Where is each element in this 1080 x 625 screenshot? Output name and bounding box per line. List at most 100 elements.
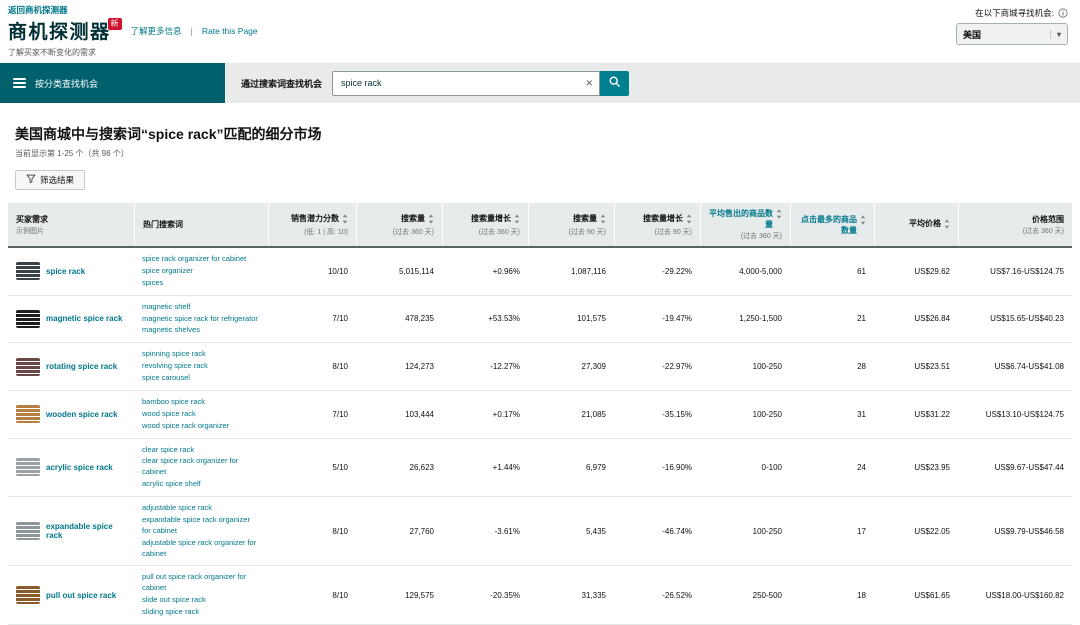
search-term-link[interactable]: wood spice rack organizer bbox=[142, 421, 229, 432]
search-term-link[interactable]: spices bbox=[142, 278, 163, 289]
search-term-link[interactable]: revolving spice rack bbox=[142, 361, 208, 372]
sort-icon[interactable] bbox=[342, 214, 348, 226]
column-label: 平均价格 bbox=[909, 218, 941, 229]
search-term-link[interactable]: adjustable spice rack bbox=[142, 503, 212, 514]
avg-units-sold: 1,250-1,500 bbox=[700, 296, 790, 343]
avg-price: US$31.22 bbox=[874, 391, 958, 438]
column-header[interactable]: 搜索量增长 (过去 360 天) bbox=[442, 203, 528, 246]
marketplace-select[interactable]: 美国 ▾ bbox=[956, 23, 1068, 45]
product-thumbnail bbox=[16, 586, 40, 604]
search-term-link[interactable]: magnetic shelves bbox=[142, 325, 200, 336]
product-thumbnail bbox=[16, 262, 40, 280]
search-term-link[interactable]: wood spice rack bbox=[142, 409, 196, 420]
search-button[interactable] bbox=[600, 71, 629, 96]
sales-potential-score: 8/10 bbox=[268, 343, 356, 390]
niche-link[interactable]: acrylic spice rack bbox=[46, 463, 113, 472]
browse-categories-button[interactable]: 按分类查找机会 bbox=[0, 63, 225, 103]
sort-icon[interactable] bbox=[860, 215, 866, 227]
search-volume-growth-90: -46.74% bbox=[614, 497, 700, 565]
sort-icon[interactable] bbox=[944, 219, 950, 231]
top-clicked-products: 18 bbox=[790, 566, 874, 624]
niche-link[interactable]: wooden spice rack bbox=[46, 410, 118, 419]
search-term-link[interactable]: acrylic spice shelf bbox=[142, 479, 201, 490]
clear-search-icon[interactable]: ✕ bbox=[585, 78, 593, 89]
column-sublabel: 示例图片 bbox=[16, 226, 126, 236]
search-term-link[interactable]: pull out spice rack organizer for cabine… bbox=[142, 572, 260, 594]
column-header[interactable]: 热门搜索词 bbox=[134, 203, 268, 246]
search-volume-growth-90: -29.22% bbox=[614, 248, 700, 295]
niche-link[interactable]: pull out spice rack bbox=[46, 591, 116, 600]
niche-link[interactable]: spice rack bbox=[46, 267, 85, 276]
filter-button[interactable]: 筛选结果 bbox=[15, 170, 85, 190]
sort-icon[interactable] bbox=[428, 214, 434, 226]
search-term-link[interactable]: expandable spice rack organizer for cabi… bbox=[142, 515, 260, 537]
search-term-link[interactable]: clear spice rack bbox=[142, 445, 194, 456]
app-title: 商机探测器 bbox=[8, 17, 111, 44]
product-thumbnail bbox=[16, 405, 40, 423]
sales-potential-score: 10/10 bbox=[268, 248, 356, 295]
search-volume-360: 129,575 bbox=[356, 566, 442, 624]
marketplace-label: 在以下商城寻找机会: bbox=[975, 7, 1054, 19]
search-terms-cell: spice rack organizer for cabinetspice or… bbox=[134, 248, 268, 295]
column-header[interactable]: 平均售出的商品数量 (过去 360 天) bbox=[700, 203, 790, 246]
search-term-link[interactable]: spice organizer bbox=[142, 266, 193, 277]
rate-page-link[interactable]: Rate this Page bbox=[202, 26, 258, 36]
product-thumbnail bbox=[16, 358, 40, 376]
column-header[interactable]: 销售潜力分数 (低: 1 | 高: 10) bbox=[268, 203, 356, 246]
column-header[interactable]: 价格范围 (过去 360 天) bbox=[958, 203, 1072, 246]
sort-icon[interactable] bbox=[686, 214, 692, 226]
sales-potential-score: 8/10 bbox=[268, 497, 356, 565]
search-volume-growth-90: -19.47% bbox=[614, 296, 700, 343]
niche-link[interactable]: rotating spice rack bbox=[46, 362, 117, 371]
search-volume-growth-360: -20.35% bbox=[442, 566, 528, 624]
search-term-link[interactable]: adjustable spice rack organizer for cabi… bbox=[142, 538, 260, 560]
search-term-link[interactable]: clear spice rack organizer for cabinet bbox=[142, 456, 260, 478]
column-header[interactable]: 搜索量增长 (过去 90 天) bbox=[614, 203, 700, 246]
avg-units-sold: 100-250 bbox=[700, 343, 790, 390]
search-volume-90: 27,309 bbox=[528, 343, 614, 390]
search-term-link[interactable]: magnetic shelf bbox=[142, 302, 190, 313]
column-header[interactable]: 点击最多的商品数量 bbox=[790, 203, 874, 246]
search-volume-90: 21,085 bbox=[528, 391, 614, 438]
navbar: 按分类查找机会 通过搜索词查找机会 ✕ bbox=[0, 63, 1080, 103]
table-row: expandable spice rack adjustable spice r… bbox=[8, 497, 1072, 566]
search-term-link[interactable]: magnetic spice rack for refrigerator bbox=[142, 314, 258, 325]
column-label: 买家需求 bbox=[16, 214, 48, 225]
top-clicked-products: 21 bbox=[790, 296, 874, 343]
niche-link[interactable]: magnetic spice rack bbox=[46, 314, 122, 323]
sort-icon[interactable] bbox=[600, 214, 606, 226]
search-term-link[interactable]: spice carousel bbox=[142, 373, 190, 384]
breadcrumb-link[interactable]: 返回商机探测器 bbox=[8, 4, 258, 16]
search-volume-90: 6,979 bbox=[528, 439, 614, 497]
column-header[interactable]: 搜索量 (过去 360 天) bbox=[356, 203, 442, 246]
search-volume-90: 5,435 bbox=[528, 497, 614, 565]
search-volume-360: 5,015,114 bbox=[356, 248, 442, 295]
column-header[interactable]: 搜索量 (过去 90 天) bbox=[528, 203, 614, 246]
marketplace-value: 美国 bbox=[963, 28, 981, 41]
learn-more-link[interactable]: 了解更多信息 bbox=[131, 25, 182, 37]
search-volume-90: 31,335 bbox=[528, 566, 614, 624]
column-label: 价格范围 bbox=[1032, 214, 1064, 225]
column-header[interactable]: 平均价格 bbox=[874, 203, 958, 246]
avg-price: US$61.65 bbox=[874, 566, 958, 624]
sales-potential-score: 7/10 bbox=[268, 296, 356, 343]
column-sublabel: (过去 90 天) bbox=[623, 227, 692, 237]
search-input[interactable] bbox=[332, 71, 600, 96]
product-thumbnail bbox=[16, 310, 40, 328]
results-title: 美国商城中与搜索词“spice rack”匹配的细分市场 bbox=[15, 124, 1072, 144]
hamburger-menu-icon[interactable] bbox=[13, 78, 26, 88]
chevron-down-icon: ▾ bbox=[1050, 30, 1061, 39]
search-term-link[interactable]: bamboo spice rack bbox=[142, 397, 205, 408]
niche-link[interactable]: expandable spice rack bbox=[46, 522, 126, 540]
search-term-link[interactable]: sliding spice rack bbox=[142, 607, 199, 618]
column-header[interactable]: 买家需求 示例图片 bbox=[8, 203, 134, 246]
info-icon[interactable] bbox=[1058, 8, 1068, 18]
search-volume-360: 27,760 bbox=[356, 497, 442, 565]
search-term-link[interactable]: slide out spice rack bbox=[142, 595, 206, 606]
search-term-link[interactable]: spinning spice rack bbox=[142, 349, 206, 360]
search-term-link[interactable]: spice rack organizer for cabinet bbox=[142, 254, 246, 265]
column-label: 点击最多的商品数量 bbox=[799, 214, 857, 236]
price-range: US$13.10-US$124.75 bbox=[958, 391, 1072, 438]
sort-icon[interactable] bbox=[776, 209, 782, 221]
sort-icon[interactable] bbox=[514, 214, 520, 226]
